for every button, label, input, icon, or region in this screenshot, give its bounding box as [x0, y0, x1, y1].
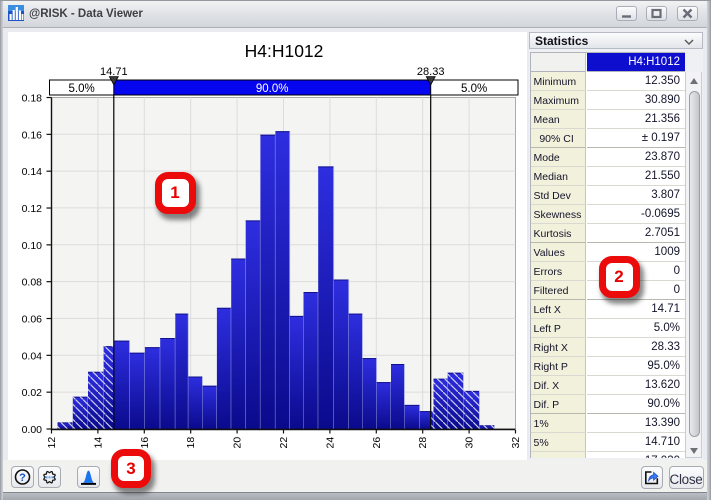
svg-text:16: 16 [139, 437, 151, 449]
svg-text:5.0%: 5.0% [68, 83, 94, 95]
svg-text:0.16: 0.16 [22, 129, 43, 141]
svg-text:28.33: 28.33 [417, 66, 445, 78]
svg-text:?: ? [19, 472, 26, 484]
svg-text:20: 20 [232, 437, 244, 449]
svg-text:90.0%: 90.0% [256, 83, 289, 95]
svg-text:0.12: 0.12 [22, 203, 43, 215]
svg-text:0.18: 0.18 [22, 93, 43, 105]
svg-text:H4:H1012: H4:H1012 [245, 41, 324, 61]
svg-text:24: 24 [324, 437, 336, 449]
svg-text:0.14: 0.14 [22, 166, 43, 178]
svg-text:32: 32 [510, 437, 522, 449]
svg-text:0.04: 0.04 [22, 350, 43, 362]
svg-text:0.08: 0.08 [22, 277, 43, 289]
svg-text:5.0%: 5.0% [461, 83, 487, 95]
svg-text:26: 26 [371, 437, 383, 449]
svg-text:0.02: 0.02 [22, 387, 43, 399]
svg-text:22: 22 [278, 437, 290, 449]
svg-text:14: 14 [92, 437, 104, 449]
svg-text:0.10: 0.10 [22, 240, 43, 252]
svg-text:30: 30 [464, 437, 476, 449]
svg-text:0.06: 0.06 [22, 314, 43, 326]
svg-text:28: 28 [417, 437, 429, 449]
svg-text:18: 18 [185, 437, 197, 449]
svg-text:0.00: 0.00 [22, 424, 43, 436]
svg-text:12: 12 [46, 437, 58, 449]
svg-text:14.71: 14.71 [100, 66, 128, 78]
